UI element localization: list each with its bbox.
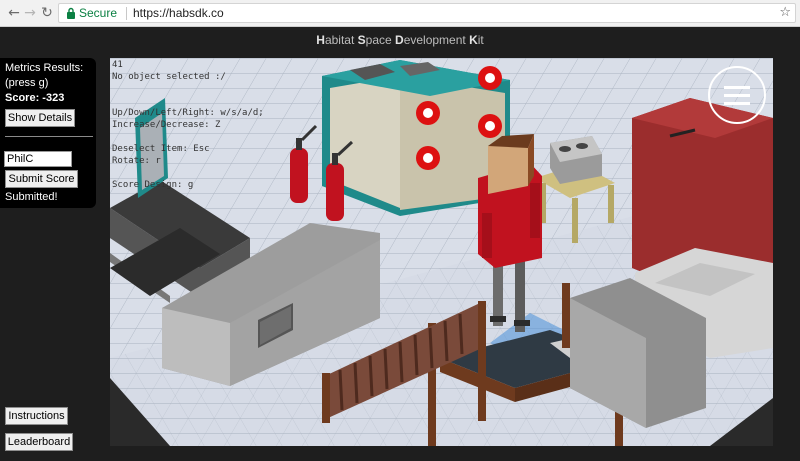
back-icon[interactable]: ← (6, 5, 22, 21)
title-part: pace (365, 33, 396, 47)
leaderboard-button[interactable]: Leaderboard (5, 433, 73, 451)
show-details-button[interactable]: Show Details (5, 109, 75, 127)
url-text[interactable]: https://habsdk.co (133, 6, 224, 20)
player-name-input[interactable] (4, 151, 72, 167)
title-part: abitat (324, 33, 358, 47)
overlay-line: Score Design: g (112, 180, 194, 190)
forward-icon[interactable]: → (22, 5, 38, 21)
browser-toolbar: ← → ↻ Secure https://habsdk.co ☆ (0, 0, 800, 27)
menu-bar-2 (724, 94, 750, 97)
bookmark-star-icon[interactable]: ☆ (779, 5, 791, 20)
title-part: D (395, 33, 404, 47)
title-part: K (469, 33, 478, 47)
habitat-3d-viewport[interactable]: 41 No object selected :/ Up/Down/Left/Righ… (110, 58, 773, 446)
menu-bar-3 (724, 102, 750, 105)
overlay-line: 41 (112, 60, 123, 70)
overlay-line: Rotate: r (112, 156, 161, 166)
score-label: Score: -323 (5, 92, 65, 104)
overlay-line: Up/Down/Left/Right: w/s/a/d; (112, 108, 264, 118)
metrics-panel: Metrics Results: (press g) Score: -323 S… (0, 58, 96, 208)
instructions-button[interactable]: Instructions (5, 407, 68, 425)
menu-bar-1 (724, 86, 750, 89)
submit-score-button[interactable]: Submit Score (5, 170, 78, 188)
omnibox-separator (126, 7, 127, 20)
hamburger-menu-button[interactable] (708, 66, 766, 124)
secure-label: Secure (79, 6, 118, 20)
page-title: Habitat Space Development Kit (0, 33, 800, 47)
overlay-line: Increase/Decrease: Z (112, 120, 221, 130)
address-bar[interactable]: Secure https://habsdk.co ☆ (58, 3, 796, 23)
submit-status: Submitted! (5, 191, 58, 203)
overlay-line: No object selected :/ (112, 72, 226, 82)
metrics-heading: Metrics Results: (5, 62, 84, 74)
panel-divider (5, 136, 93, 137)
overlay-line: Deselect Item: Esc (112, 144, 210, 154)
title-part: it (477, 33, 484, 47)
title-part: evelopment (403, 33, 470, 47)
metrics-hint: (press g) (5, 77, 49, 89)
reload-icon[interactable]: ↻ (39, 5, 55, 21)
lock-icon (67, 7, 75, 19)
title-part: H (316, 33, 325, 47)
title-part: S (357, 33, 366, 47)
